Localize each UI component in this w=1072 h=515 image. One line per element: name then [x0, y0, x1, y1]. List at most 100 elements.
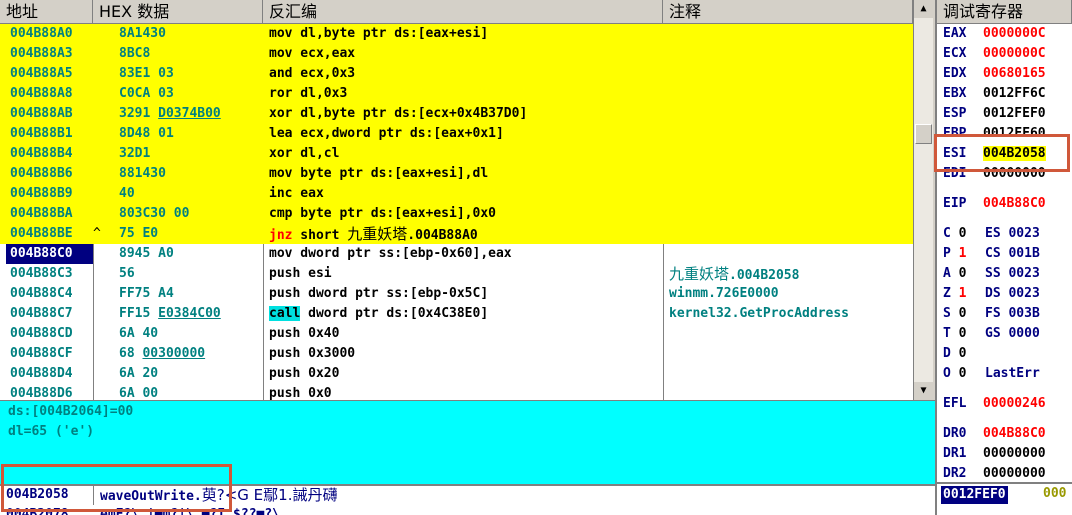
row-address[interactable]: 004B88CF [6, 344, 93, 364]
row-address[interactable]: 004B88D4 [6, 364, 93, 384]
jump-marker [93, 104, 107, 124]
row-hex: 75 E0 [119, 226, 159, 241]
row-address[interactable]: 004B88C3 [6, 264, 93, 284]
register-ecx[interactable]: ECX 0000000C [943, 44, 1046, 64]
header-registers[interactable]: 调试寄存器 [935, 0, 1072, 24]
register-dr2[interactable]: DR2 00000000 [943, 464, 1046, 482]
disasm-row[interactable]: 004B88D4 6A 20 push 0x20 [0, 364, 913, 384]
scroll-up-icon[interactable]: ▲ [914, 0, 933, 18]
flag-p[interactable]: P 1 [943, 244, 966, 264]
disasm-row[interactable]: 004B88B9 40 inc eax [0, 184, 913, 204]
register-ebx[interactable]: EBX 0012FF6C [943, 84, 1046, 104]
memory-dump-pane[interactable]: 004B2058 waveOutWrite.萸?<G E鄢1.誡丹礴 004B2… [0, 484, 935, 515]
flag-d[interactable]: D 0 [943, 344, 966, 364]
row-address[interactable]: 004B88CD [6, 324, 93, 344]
disassembly-pane[interactable]: 004B88A0 8A1430 mov dl,byte ptr ds:[eax+es… [0, 24, 913, 400]
row-address[interactable]: 004B88AB [6, 104, 93, 124]
register-eax[interactable]: EAX 0000000C [943, 24, 1046, 44]
row-address[interactable]: 004B88C0 [6, 244, 93, 264]
register-ebp[interactable]: EBP 0012FF60 [943, 124, 1046, 144]
stack-address[interactable]: 0012FEF0 [941, 486, 1008, 504]
row-address[interactable]: 004B88B4 [6, 144, 93, 164]
row-disasm: push 0x20 [269, 366, 340, 381]
register-eip[interactable]: EIP 004B88C0 [943, 194, 1046, 214]
disasm-row[interactable]: 004B88AB 3291 D0374B00 xor dl,byte ptr ds:… [0, 104, 913, 124]
jump-marker [93, 44, 107, 64]
row-address[interactable]: 004B88A3 [6, 44, 93, 64]
row-hex: 8945 A0 [119, 246, 174, 261]
disasm-row[interactable]: 004B88A8 C0CA 03 ror dl,0x3 [0, 84, 913, 104]
disasm-row[interactable]: 004B88B1 8D48 01 lea ecx,dword ptr ds:[eax… [0, 124, 913, 144]
flag-s[interactable]: S 0 [943, 304, 966, 324]
row-address[interactable]: 004B88A5 [6, 64, 93, 84]
flag-o[interactable]: O 0 [943, 364, 966, 384]
registers-pane[interactable]: EAX 0000000C ECX 0000000C EDX 00680165 EBX 0012… [935, 24, 1072, 482]
info-pane: ds:[004B2064]=00 dl=65 ('e') [0, 400, 935, 484]
row-hex: 40 [119, 186, 135, 201]
row-disasm: push esi [269, 266, 332, 281]
dump-row[interactable]: 004B2078 emF?\ |■m?|\ ■?I $??■?\ [0, 505, 935, 515]
flag-c[interactable]: C 0 [943, 224, 966, 244]
row-disasm: xor dl,cl [269, 146, 340, 161]
row-hex: 8A1430 [119, 26, 166, 41]
disasm-row[interactable]: 004B88BE ^ 75 E0 jnz short 九重妖塔.004B88A0 [0, 224, 913, 244]
info-line-2: dl=65 ('e') [8, 424, 95, 439]
header-hex[interactable]: HEX 数据 [93, 0, 263, 24]
row-address[interactable]: 004B88C4 [6, 284, 93, 304]
row-hex: 6A 40 [119, 326, 159, 341]
row-address[interactable]: 004B88C7 [6, 304, 93, 324]
row-address[interactable]: 004B88A8 [6, 84, 93, 104]
row-comment [669, 44, 909, 64]
register-esi[interactable]: ESI 004B2058 [943, 144, 1046, 164]
row-disasm: mov ecx,eax [269, 46, 356, 61]
row-address[interactable]: 004B88A0 [6, 24, 93, 44]
disasm-row[interactable]: 004B88C0 8945 A0 mov dword ptr ss:[ebp-0x6… [0, 244, 913, 264]
register-dr0[interactable]: DR0 004B88C0 [943, 424, 1046, 444]
scroll-thumb[interactable] [915, 124, 932, 144]
disasm-row[interactable]: 004B88BA 803C30 00 cmp byte ptr ds:[eax+es… [0, 204, 913, 224]
disasm-row[interactable]: 004B88D6 6A 00 push 0x0 [0, 384, 913, 400]
row-address[interactable]: 004B88B9 [6, 184, 93, 204]
row-address[interactable]: 004B88BA [6, 204, 93, 224]
header-comment[interactable]: 注释 [663, 0, 913, 24]
flag-t[interactable]: T 0 [943, 324, 966, 344]
row-address[interactable]: 004B88B6 [6, 164, 93, 184]
register-edi[interactable]: EDI 00000000 [943, 164, 1046, 184]
row-disasm: push 0x0 [269, 386, 332, 400]
register-esp[interactable]: ESP 0012FEF0 [943, 104, 1046, 124]
row-address[interactable]: 004B88B1 [6, 124, 93, 144]
disasm-row[interactable]: 004B88B4 32D1 xor dl,cl [0, 144, 913, 164]
dump-row[interactable]: 004B2058 waveOutWrite.萸?<G E鄢1.誡丹礴 [0, 486, 935, 505]
register-edx[interactable]: EDX 00680165 [943, 64, 1046, 84]
disasm-row[interactable]: 004B88A3 8BC8 mov ecx,eax [0, 44, 913, 64]
disasm-row[interactable]: 004B88C4 FF75 A4 push dword ptr ss:[ebp-0x… [0, 284, 913, 304]
row-hex: FF15 E0384C00 [119, 306, 221, 321]
jump-marker [93, 84, 107, 104]
header-address[interactable]: 地址 [0, 0, 93, 24]
row-address[interactable]: 004B88D6 [6, 384, 93, 400]
disasm-row[interactable]: 004B88C7 FF15 E0384C00 call dword ptr ds:[… [0, 304, 913, 324]
disasm-row[interactable]: 004B88CD 6A 40 push 0x40 [0, 324, 913, 344]
segment-register: GS 0000 [985, 326, 1040, 341]
jump-marker [93, 124, 107, 144]
row-address[interactable]: 004B88BE [6, 224, 93, 244]
flag-a[interactable]: A 0 [943, 264, 966, 284]
disasm-row[interactable]: 004B88A0 8A1430 mov dl,byte ptr ds:[eax+es… [0, 24, 913, 44]
disasm-row[interactable]: 004B88C3 56 push esi 九重妖塔.004B2058 [0, 264, 913, 284]
scroll-down-icon[interactable]: ▼ [914, 382, 933, 400]
jump-marker [93, 64, 107, 84]
register-dr1[interactable]: DR1 00000000 [943, 444, 1046, 464]
row-hex: 68 00300000 [119, 346, 206, 361]
disasm-scrollbar[interactable]: ▲ ▼ [913, 0, 933, 400]
register-efl[interactable]: EFL 00000246 [943, 394, 1046, 414]
row-hex: C0CA 03 [119, 86, 174, 101]
row-disasm: call dword ptr ds:[0x4C38E0] [269, 306, 489, 321]
row-disasm: push 0x3000 [269, 346, 356, 361]
row-disasm: mov dword ptr ss:[ebp-0x60],eax [269, 246, 512, 261]
disasm-row[interactable]: 004B88B6 881430 mov byte ptr ds:[eax+esi],… [0, 164, 913, 184]
flag-z[interactable]: Z 1 [943, 284, 966, 304]
disasm-row[interactable]: 004B88A5 83E1 03 and ecx,0x3 [0, 64, 913, 84]
disasm-row[interactable]: 004B88CF 68 00300000 push 0x3000 [0, 344, 913, 364]
stack-pane[interactable]: 0012FEF0 000 [935, 482, 1072, 515]
header-disasm[interactable]: 反汇编 [263, 0, 663, 24]
